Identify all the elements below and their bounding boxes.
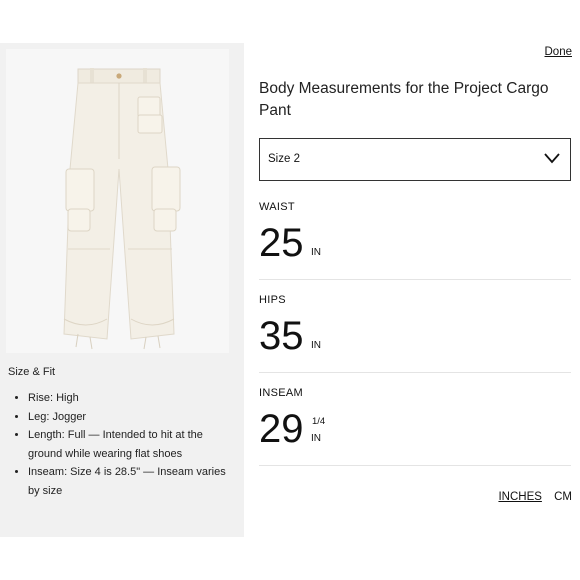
measurement-unit: IN bbox=[311, 433, 321, 444]
measurement-label: HIPS bbox=[259, 294, 286, 306]
measurement-label: INSEAM bbox=[259, 387, 303, 399]
size-fit-panel: Size & Fit Rise: High Leg: Jogger Length… bbox=[0, 43, 244, 537]
measurement-fraction: 1/4 bbox=[312, 416, 326, 427]
measurement-hips: HIPS 35 IN bbox=[259, 294, 571, 358]
size-fit-title: Size & Fit bbox=[8, 366, 56, 378]
measurement-value: 25 bbox=[259, 221, 304, 265]
divider bbox=[259, 372, 571, 373]
divider bbox=[259, 465, 571, 466]
unit-toggle: INCHES CM bbox=[489, 491, 572, 503]
measurement-value: 29 bbox=[259, 407, 304, 451]
chevron-down-icon bbox=[544, 153, 560, 164]
fit-item-leg: Leg: Jogger bbox=[28, 408, 240, 427]
size-fit-list: Rise: High Leg: Jogger Length: Full — In… bbox=[18, 389, 240, 500]
measurement-unit: IN bbox=[311, 247, 321, 258]
fit-item-length: Length: Full — Intended to hit at the gr… bbox=[28, 426, 240, 463]
fit-item-rise: Rise: High bbox=[28, 389, 240, 408]
divider bbox=[259, 279, 571, 280]
size-select-value: Size 2 bbox=[268, 153, 300, 165]
done-button[interactable]: Done bbox=[545, 46, 573, 58]
measurement-inseam: INSEAM 29 1/4 IN bbox=[259, 387, 571, 451]
unit-inches-button[interactable]: INCHES bbox=[498, 491, 541, 503]
page-title: Body Measurements for the Project Cargo … bbox=[259, 80, 549, 119]
measurement-waist: WAIST 25 IN bbox=[259, 201, 571, 265]
product-image bbox=[6, 49, 229, 353]
size-select[interactable]: Size 2 bbox=[259, 138, 571, 181]
measurement-unit: IN bbox=[311, 340, 321, 351]
measurement-label: WAIST bbox=[259, 201, 295, 213]
cargo-pant-illustration bbox=[63, 68, 181, 350]
unit-cm-button[interactable]: CM bbox=[554, 491, 572, 503]
measurement-value: 35 bbox=[259, 314, 304, 358]
fit-item-inseam: Inseam: Size 4 is 28.5" — Inseam varies … bbox=[28, 463, 240, 500]
